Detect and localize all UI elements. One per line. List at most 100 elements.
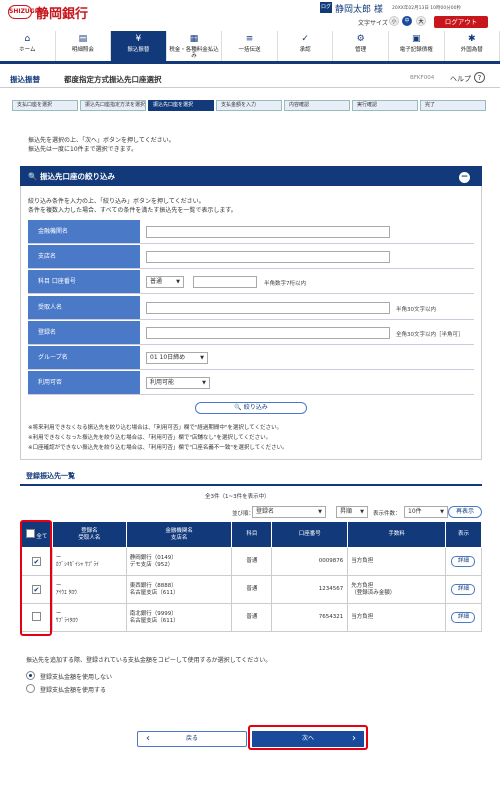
help-icon[interactable]: ? — [474, 72, 485, 83]
step-item: 実行確認 — [352, 100, 418, 111]
list-divider — [20, 484, 482, 486]
detail-button[interactable]: 詳細 — [451, 584, 476, 595]
payee-name: ｶﾌﾞｼｷｶﾞｲｼｬ ｻﾌﾟﾗｲ — [55, 561, 99, 568]
font-size-medium-button[interactable]: 中 — [402, 16, 412, 26]
instruction-text: 振込先を選択の上、「次へ」ボタンを押してください。 — [28, 137, 175, 144]
back-button[interactable]: ‹ 戻る — [137, 731, 247, 747]
fee-cell: 当方負担 — [347, 547, 446, 576]
nav-label: 管理 — [355, 47, 367, 53]
logout-button[interactable]: ログアウト — [434, 16, 488, 28]
group-label: グループ名 — [28, 346, 140, 369]
collapse-icon[interactable]: − — [459, 172, 470, 183]
apply-filter-button[interactable]: 🔍 絞り込み — [195, 402, 307, 414]
detail-button[interactable]: 詳細 — [451, 556, 476, 567]
font-size-label: 文字サイズ — [358, 20, 388, 27]
back-label: 戻る — [185, 735, 198, 742]
font-size-large-button[interactable]: 大 — [416, 16, 426, 26]
radio-no-copy-label[interactable]: 登録支払金額を使用しない — [40, 672, 112, 681]
fee-header: 手数料 — [347, 521, 446, 548]
exchange-icon: ✱ — [468, 34, 476, 44]
nav-bulk-transfer[interactable]: ≡ 一括伝送 — [222, 31, 278, 61]
availability-label: 利用可否 — [28, 371, 140, 394]
nav-tax-payment[interactable]: ▦ 税金・各種料金払込み — [167, 31, 223, 61]
sort-key-select[interactable]: 登録名 — [252, 506, 326, 518]
filter-note: ※口座確認ができない振込先を絞り込む場合は、「利用可否」欄で"口座名義不一致"を… — [28, 445, 288, 451]
type-header: 科目 — [231, 521, 273, 548]
step-item: 支払金額を入力 — [216, 100, 282, 111]
nav-label: 明細照会 — [71, 47, 94, 53]
page-category: 振込振替 — [10, 75, 40, 84]
nav-label: 外国為替 — [460, 47, 483, 53]
user-name: 静岡太郎 様 — [335, 5, 383, 15]
apply-filter-label: 絞り込み — [243, 404, 268, 411]
filter-row-payee: 受取人名 半角30文字以内 — [28, 296, 474, 320]
instruction-text: 振込先は一度に10件まで選択できます。 — [28, 146, 138, 153]
account-label: 科目 口座番号 — [28, 270, 140, 293]
radio-no-copy[interactable] — [26, 671, 35, 680]
help-link[interactable]: ヘルプ — [450, 74, 471, 84]
filter-title-text: 振込先口座の絞り込み — [39, 172, 115, 181]
receivable-icon: ▣ — [411, 34, 421, 44]
registered-name-input[interactable] — [146, 327, 390, 339]
nav-foreign-exchange[interactable]: ✱ 外国為替 — [445, 31, 500, 61]
radio-copy[interactable] — [26, 684, 35, 693]
payee-name: ｱｲｳｴ ﾀﾛｳ — [55, 589, 77, 596]
group-select[interactable]: 01 10日締め — [146, 352, 208, 364]
highlight-frame — [248, 725, 368, 750]
name-header: 登録名 受取人名 — [51, 521, 127, 548]
chevron-left-icon: ‹ — [146, 733, 150, 744]
detail-cell: 詳細 — [444, 575, 483, 604]
step-item: 完了 — [420, 100, 486, 111]
highlight-frame — [20, 520, 52, 636]
font-size-small-button[interactable]: 小 — [389, 16, 399, 26]
account-type-select[interactable]: 普通 — [146, 276, 184, 288]
registered-name-hint: 全角30文字以内［半角可］ — [396, 332, 464, 338]
progress-steps: 支払口座を選択 振込先口座指定方法を選択 振込先口座を選択 支払金額を入力 内容… — [12, 100, 488, 111]
sort-order-select[interactable]: 昇順 — [336, 506, 368, 518]
bank-name: 静岡銀行 — [36, 7, 89, 22]
nav-label: 承認 — [299, 47, 311, 53]
detail-button[interactable]: 詳細 — [451, 612, 476, 623]
nav-home[interactable]: ⌂ ホーム — [0, 31, 56, 61]
payee-name-input[interactable] — [146, 302, 390, 314]
check-icon: ✓ — [301, 34, 309, 44]
bank-header: 金融機関名 支店名 — [125, 521, 233, 548]
nav-approval[interactable]: ✓ 承認 — [278, 31, 334, 61]
step-item: 支払口座を選択 — [12, 100, 78, 111]
redisplay-button[interactable]: 再表示 — [448, 506, 482, 518]
bank-name-input[interactable] — [146, 226, 390, 238]
account-hint: 半角数字7桁以内 — [264, 281, 306, 287]
table-row: ーｻﾌﾟﾗｲﾀﾛｳ 南北銀行（9999） 名古屋支店（611） 普通 765432… — [20, 603, 483, 632]
filter-row-branch: 支店名 — [28, 245, 474, 269]
account-header: 口座番号 — [271, 521, 349, 548]
per-page-select[interactable]: 10件 — [404, 506, 448, 518]
step-item-current: 振込先口座を選択 — [148, 100, 214, 111]
copy-amount-question: 振込先を追加する際、登録されている支払金額をコピーして使用するか選択してください… — [26, 657, 272, 664]
availability-select[interactable]: 利用可能 — [146, 377, 210, 389]
account-number: 7654321 — [271, 603, 349, 632]
last-login-time: 20XX年02月13日 10時00分00秒 — [392, 6, 461, 11]
account-number: 1234567 — [271, 575, 349, 604]
user-icon: ログ — [320, 2, 332, 13]
nav-label: 税金・各種料金払込み — [169, 47, 219, 59]
account-number-input[interactable] — [193, 276, 257, 288]
payee-label: 受取人名 — [28, 296, 140, 319]
step-item: 内容確認 — [284, 100, 350, 111]
nav-statements[interactable]: ▤ 明細照会 — [56, 31, 112, 61]
branch-name-input[interactable] — [146, 251, 390, 263]
registered-name: ー — [55, 582, 62, 589]
filter-description: 絞り込み条件を入力の上、「絞り込み」ボタンを押してください。 — [28, 198, 205, 205]
detail-cell: 詳細 — [444, 547, 483, 576]
filter-description: 条件を複数入力した場合、すべての条件を満たす振込先を一覧で表示します。 — [28, 207, 237, 214]
nav-management[interactable]: ⚙ 管理 — [333, 31, 389, 61]
branch-name: 名古屋支店（611） — [129, 589, 179, 596]
nav-label: 電子記録債権 — [399, 47, 433, 53]
radio-copy-label[interactable]: 登録支払金額を使用する — [40, 685, 106, 694]
list-title: 登録振込先一覧 — [26, 472, 75, 480]
nav-transfer[interactable]: ¥ 振込振替 — [111, 31, 167, 61]
account-type: 普通 — [231, 575, 273, 604]
page-title: 都度指定方式振込先口座選択 — [64, 75, 162, 84]
registered-name: ー — [55, 554, 62, 561]
nav-e-receivables[interactable]: ▣ 電子記録債権 — [389, 31, 445, 61]
bank-cell: 南北銀行（9999） 名古屋支店（611） — [125, 603, 233, 632]
